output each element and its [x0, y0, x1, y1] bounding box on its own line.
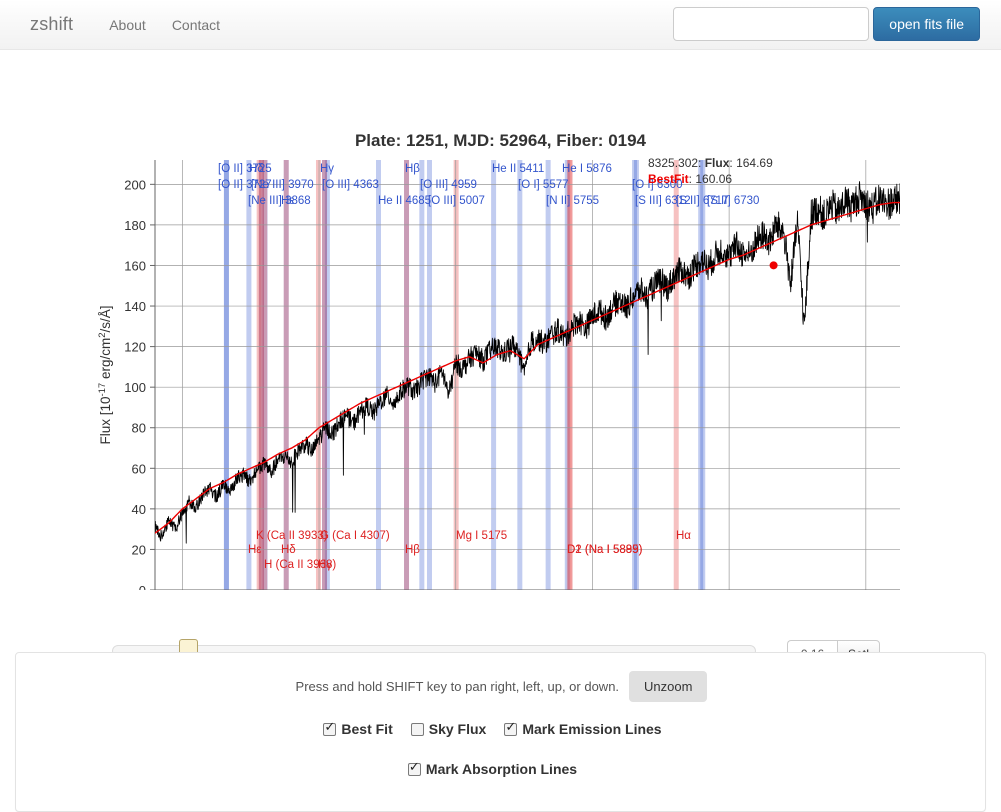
controls-panel: Press and hold SHIFT key to pan right, l… [15, 652, 986, 812]
pan-instruction-row: Press and hold SHIFT key to pan right, l… [16, 671, 987, 702]
svg-text:He II 4685: He II 4685 [378, 195, 431, 207]
svg-text:[Ne III] 3970: [Ne III] 3970 [251, 179, 314, 191]
mark-emission-lines-label[interactable]: Mark Emission Lines [522, 721, 661, 737]
svg-text:[Ne III] 3868: [Ne III] 3868 [248, 195, 311, 207]
svg-text:[O III] 5007: [O III] 5007 [428, 195, 485, 207]
svg-text:20: 20 [132, 542, 146, 557]
open-fits-file-button[interactable]: open fits file [873, 7, 980, 41]
svg-text:Hβ: Hβ [405, 163, 420, 175]
svg-text:80: 80 [132, 421, 146, 436]
svg-text:[O I] 5577: [O I] 5577 [518, 179, 569, 191]
best-fit-label[interactable]: Best Fit [341, 721, 392, 737]
brand-logo[interactable]: zshift [30, 14, 73, 35]
svg-text:0: 0 [139, 583, 146, 590]
svg-text:40: 40 [132, 502, 146, 517]
svg-text:Hα: Hα [676, 530, 691, 542]
checkbox-row-1: Best Fit Sky Flux Mark Emission Lines [16, 720, 987, 737]
svg-text:Hε: Hε [248, 544, 261, 556]
svg-text:Hδ: Hδ [249, 163, 264, 175]
mark-emission-lines-checkbox[interactable] [504, 720, 518, 736]
svg-text:Hδ: Hδ [281, 544, 296, 556]
best-fit-checkbox[interactable] [323, 720, 337, 736]
sky-flux-checkbox[interactable] [410, 722, 424, 736]
mark-absorption-lines-checkbox[interactable] [407, 760, 421, 776]
svg-text:Hγ: Hγ [318, 559, 332, 571]
svg-text:He I 5876: He I 5876 [562, 163, 612, 175]
svg-text:180: 180 [124, 218, 146, 233]
svg-text:[O III] 4363: [O III] 4363 [322, 179, 379, 191]
pan-instruction-text: Press and hold SHIFT key to pan right, l… [295, 679, 620, 694]
mark-absorption-lines-label[interactable]: Mark Absorption Lines [426, 761, 577, 777]
svg-text:140: 140 [124, 299, 146, 314]
svg-text:[N II] 5755: [N II] 5755 [546, 195, 599, 207]
svg-text:Hε: Hε [281, 195, 294, 207]
svg-text:K (Ca II 3933): K (Ca II 3933) [256, 530, 328, 542]
svg-text:60: 60 [132, 461, 146, 476]
svg-text:Hβ: Hβ [405, 544, 420, 556]
svg-text:Flux [10-17 erg/cm2/s/Å]: Flux [10-17 erg/cm2/s/Å] [97, 305, 114, 444]
svg-text:120: 120 [124, 340, 146, 355]
nav-link-about[interactable]: About [109, 17, 146, 33]
svg-text:Hγ: Hγ [320, 163, 334, 175]
svg-text:160: 160 [124, 258, 146, 273]
svg-text:Mg I 5175: Mg I 5175 [456, 530, 507, 542]
svg-text:[O III] 4959: [O III] 4959 [420, 179, 477, 191]
navbar-right-group: open fits file [673, 7, 980, 41]
svg-text:D2 (Na I 5889): D2 (Na I 5889) [567, 544, 643, 556]
checkbox-row-2: Mark Absorption Lines [16, 760, 987, 777]
svg-text:[O I] 6300: [O I] 6300 [632, 179, 683, 191]
spectrum-plot-area[interactable]: Plate: 1251, MJD: 52964, Fiber: 0194 020… [0, 50, 1001, 689]
unzoom-button[interactable]: Unzoom [629, 671, 708, 702]
svg-text:100: 100 [124, 380, 146, 395]
sky-flux-label[interactable]: Sky Flux [429, 721, 487, 737]
navbar: zshift About Contact open fits file [0, 0, 1001, 50]
spectrum-chart[interactable]: 0204060801001201401601802004000500060007… [0, 50, 1001, 590]
svg-text:G (Ca I 4307): G (Ca I 4307) [320, 530, 390, 542]
nav-link-contact[interactable]: Contact [172, 17, 220, 33]
checkbox-item-best-fit[interactable]: Best Fit [323, 720, 404, 737]
fits-file-input[interactable] [673, 7, 870, 41]
svg-text:He II 5411: He II 5411 [492, 163, 544, 175]
svg-text:200: 200 [124, 177, 146, 192]
svg-text:[S II] 6730: [S II] 6730 [707, 195, 759, 207]
checkbox-item-sky-flux[interactable]: Sky Flux [410, 721, 499, 737]
checkbox-item-mark-emission-lines[interactable]: Mark Emission Lines [504, 720, 673, 737]
checkbox-item-mark-absorption-lines[interactable]: Mark Absorption Lines [407, 760, 589, 777]
